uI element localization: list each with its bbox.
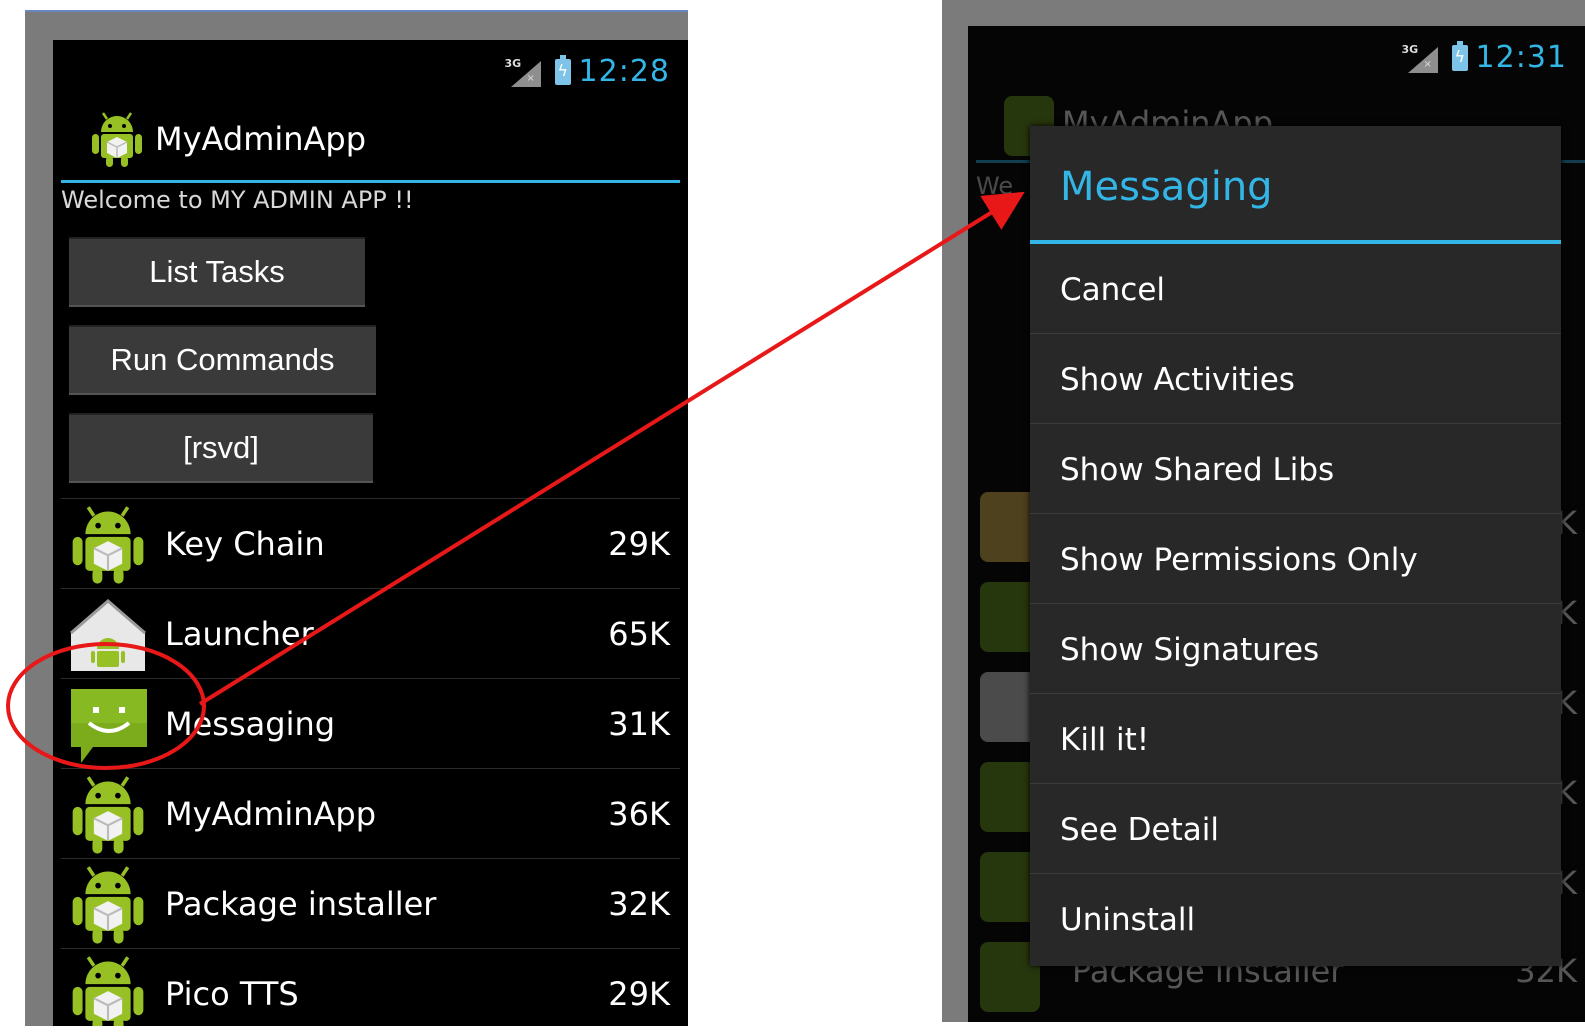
android-package-icon	[72, 866, 144, 944]
app-size: 36K	[608, 795, 670, 833]
menu-item-label: Show Signatures	[1060, 632, 1320, 668]
app-size: 65K	[608, 615, 670, 653]
app-list-item[interactable]: Key Chain 29K	[61, 498, 680, 588]
right-phone-frame: 3G × ϟ 12:31 MyAdminApp We K K K K K Pac…	[942, 0, 1585, 1022]
android-package-icon	[72, 506, 144, 584]
status-icons: 3G × ϟ 12:28	[505, 54, 670, 89]
app-name: Messaging	[165, 705, 336, 743]
app-list-item[interactable]: Pico TTS 29K	[61, 948, 680, 1026]
app-size: 29K	[608, 975, 670, 1013]
list-tasks-button[interactable]: List Tasks	[69, 237, 365, 307]
android-package-icon	[92, 112, 142, 167]
reserved-button[interactable]: [rsvd]	[69, 413, 373, 483]
menu-item-label: Uninstall	[1060, 902, 1196, 938]
app-name: Launcher	[165, 615, 314, 653]
menu-item-cancel[interactable]: Cancel	[1030, 244, 1561, 334]
right-screen: 3G × ϟ 12:31 MyAdminApp We K K K K K Pac…	[968, 26, 1585, 1022]
app-name: MyAdminApp	[165, 795, 377, 833]
status-bar: 3G × ϟ 12:28	[53, 40, 688, 96]
left-screen: 3G × ϟ 12:28 MyAdminApp Welcome to MY AD…	[53, 40, 688, 1026]
menu-item-show-permissions-only[interactable]: Show Permissions Only	[1030, 514, 1561, 604]
app-name: Key Chain	[165, 525, 325, 563]
menu-item-kill-it[interactable]: Kill it!	[1030, 694, 1561, 784]
app-list-item[interactable]: Launcher 65K	[61, 588, 680, 678]
app-list-item[interactable]: Messaging 31K	[61, 678, 680, 768]
app-list: Key Chain 29K Launcher 65K Messaging 31K…	[61, 498, 680, 1026]
app-list-item[interactable]: Package installer 32K	[61, 858, 680, 948]
android-package-icon	[72, 776, 144, 854]
background-welcome-fragment: We	[976, 172, 1014, 200]
run-commands-button[interactable]: Run Commands	[69, 325, 376, 395]
menu-item-show-shared-libs[interactable]: Show Shared Libs	[1030, 424, 1561, 514]
app-size: 32K	[608, 885, 670, 923]
app-title: MyAdminApp	[155, 120, 367, 158]
dialog-title: Messaging	[1060, 164, 1273, 210]
app-list-item[interactable]: MyAdminApp 36K	[61, 768, 680, 858]
battery-charging-icon: ϟ	[554, 54, 571, 85]
menu-item-label: Show Activities	[1060, 362, 1295, 398]
app-size: 31K	[608, 705, 670, 743]
status-clock: 12:28	[578, 54, 670, 89]
network-type-label: 3G	[504, 56, 522, 70]
menu-item-label: See Detail	[1060, 812, 1219, 848]
messaging-icon	[71, 689, 147, 763]
launcher-icon	[70, 599, 146, 671]
welcome-text: Welcome to MY ADMIN APP !!	[61, 186, 414, 214]
menu-item-uninstall[interactable]: Uninstall	[1030, 874, 1561, 963]
dialog-menu: Cancel Show Activities Show Shared Libs …	[1030, 244, 1561, 963]
action-bar: MyAdminApp	[61, 96, 680, 183]
app-name: Package installer	[165, 885, 437, 923]
menu-item-show-activities[interactable]: Show Activities	[1030, 334, 1561, 424]
menu-item-label: Cancel	[1060, 272, 1166, 308]
menu-item-show-signatures[interactable]: Show Signatures	[1030, 604, 1561, 694]
left-phone-frame: 3G × ϟ 12:28 MyAdminApp Welcome to MY AD…	[25, 10, 688, 1026]
menu-item-see-detail[interactable]: See Detail	[1030, 784, 1561, 874]
app-size: 29K	[608, 525, 670, 563]
app-name: Pico TTS	[165, 975, 299, 1013]
menu-item-label: Kill it!	[1060, 722, 1150, 758]
android-package-icon	[72, 956, 144, 1026]
app-options-dialog: Messaging Cancel Show Activities Show Sh…	[1030, 126, 1561, 966]
signal-icon: 3G ×	[505, 57, 543, 87]
menu-item-label: Show Permissions Only	[1060, 542, 1418, 578]
menu-item-label: Show Shared Libs	[1060, 452, 1335, 488]
